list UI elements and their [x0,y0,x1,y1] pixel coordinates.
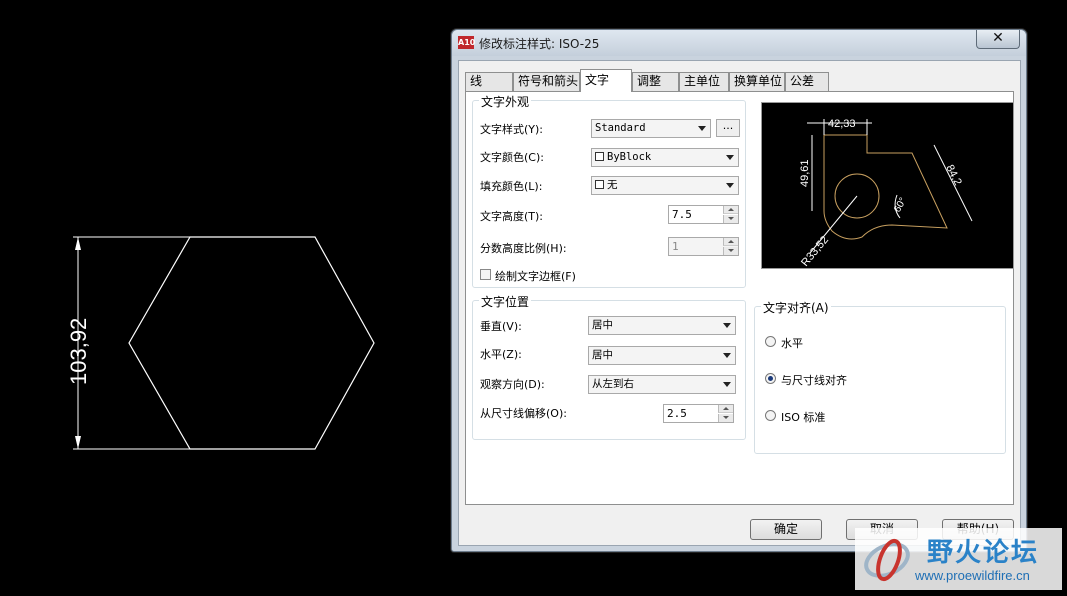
text-alignment-group: 文字对齐(A) 水平 与尺寸线对齐 ISO 标准 [754,299,1006,454]
forum-watermark: 野火论坛 www.proewildfire.cn [855,528,1062,590]
spin-down-icon[interactable] [723,247,738,255]
tab-primary-units[interactable]: 主单位 [679,72,729,91]
fill-color-value: 无 [607,179,618,191]
preview-drawing: 42,33 49,61 84,2 60° R33,52 [799,118,973,269]
chevron-down-icon [698,126,706,131]
dialog-title: 修改标注样式: ISO-25 [479,37,600,51]
tab-fit[interactable]: 调整 [632,72,679,91]
chevron-down-icon [723,323,731,328]
color-swatch-icon [595,152,604,161]
spin-up-icon[interactable] [718,405,733,413]
tab-lines[interactable]: 线 [465,72,513,91]
preview-dim-angle: 60° [892,196,909,215]
spin-down-icon[interactable] [723,215,738,223]
align-iso-label: ISO 标准 [781,411,826,424]
align-iso-radio[interactable] [765,410,776,421]
watermark-logo-icon [864,538,910,582]
spin-down-icon[interactable] [718,414,733,422]
fraction-height-label: 分数高度比例(H): [480,242,567,255]
watermark-name: 野火论坛 [927,538,1040,568]
fill-color-dropdown[interactable]: 无 [591,176,739,195]
preview-dim-left: 49,61 [799,159,811,187]
chevron-down-icon [723,382,731,387]
text-style-dropdown[interactable]: Standard [591,119,711,138]
offset-value: 2.5 [667,407,687,420]
view-direction-value: 从左到右 [592,378,634,390]
horizontal-label: 水平(Z): [480,348,522,361]
vertical-value: 居中 [592,319,613,331]
chevron-down-icon [726,155,734,160]
text-appearance-group: 文字外观 文字样式(Y): Standard ... 文字颜色(C): ByBl… [472,93,746,288]
close-button[interactable]: ✕ [976,30,1020,49]
text-style-label: 文字样式(Y): [480,123,544,136]
vertical-dropdown[interactable]: 居中 [588,316,736,335]
align-with-dimline-label: 与尺寸线对齐 [781,374,847,387]
dialog-client-area: 线 符号和箭头 文字 调整 主单位 换算单位 公差 文字外观 文字样式(Y): … [458,60,1021,546]
offset-stepper[interactable]: 2.5 [663,404,734,423]
text-style-browse-button[interactable]: ... [716,119,740,137]
view-direction-label: 观察方向(D): [480,378,545,391]
tab-symbols-arrows[interactable]: 符号和箭头 [513,72,580,91]
text-height-label: 文字高度(T): [480,210,544,223]
tab-alternate-units[interactable]: 换算单位 [729,72,785,91]
watermark-url: www.proewildfire.cn [915,568,1030,583]
fraction-height-stepper[interactable]: 1 [668,237,739,256]
text-style-value: Standard [595,122,646,134]
draw-frame-checkbox[interactable] [480,269,491,280]
text-color-dropdown[interactable]: ByBlock [591,148,739,167]
dimension-preview: 42,33 49,61 84,2 60° R33,52 [761,102,1014,269]
draw-frame-label: 绘制文字边框(F) [495,270,576,283]
text-height-stepper[interactable]: 7.5 [668,205,739,224]
preview-dim-top: 42,33 [828,118,856,130]
horizontal-value: 居中 [592,349,613,361]
autocad-app-icon: A10 [458,36,476,49]
text-appearance-title: 文字外观 [479,93,532,110]
preview-dim-right: 84,2 [943,163,963,188]
ok-button[interactable]: 确定 [750,519,822,540]
spin-up-icon[interactable] [723,206,738,214]
vertical-label: 垂直(V): [480,320,522,333]
chevron-down-icon [723,353,731,358]
preview-dim-radius: R33,52 [799,234,831,269]
close-icon: ✕ [992,30,1004,46]
offset-label: 从尺寸线偏移(O): [480,407,567,420]
fill-color-label: 填充颜色(L): [480,180,543,193]
spin-up-icon[interactable] [723,238,738,246]
text-placement-title: 文字位置 [479,293,532,310]
text-height-value: 7.5 [672,208,692,221]
tab-text[interactable]: 文字 [580,69,632,92]
text-color-value: ByBlock [607,151,652,163]
dimension-arrow-top [75,237,81,250]
text-placement-group: 文字位置 垂直(V): 居中 水平(Z): 居中 观察方向(D): 从左到右 从… [472,293,746,440]
horizontal-dropdown[interactable]: 居中 [588,346,736,365]
dialog-titlebar[interactable]: A10 修改标注样式: ISO-25 ✕ [452,30,1026,56]
align-horizontal-radio[interactable] [765,336,776,347]
color-swatch-icon [595,180,604,189]
text-tab-page: 文字外观 文字样式(Y): Standard ... 文字颜色(C): ByBl… [465,91,1014,505]
preview-part-outline [823,134,948,240]
align-horizontal-label: 水平 [781,337,803,350]
tab-tolerances[interactable]: 公差 [785,72,829,91]
modify-dimension-style-dialog: A10 修改标注样式: ISO-25 ✕ 线 符号和箭头 文字 调整 主单位 换… [451,29,1027,552]
fraction-height-value: 1 [672,240,679,253]
hexagon-shape [128,236,375,450]
text-alignment-title: 文字对齐(A) [761,299,831,316]
chevron-down-icon [726,183,734,188]
text-color-label: 文字颜色(C): [480,151,544,164]
view-direction-dropdown[interactable]: 从左到右 [588,375,736,394]
dimension-arrow-bottom [75,436,81,449]
dimension-text: 103,92 [66,318,91,385]
align-with-dimline-radio[interactable] [765,373,776,384]
